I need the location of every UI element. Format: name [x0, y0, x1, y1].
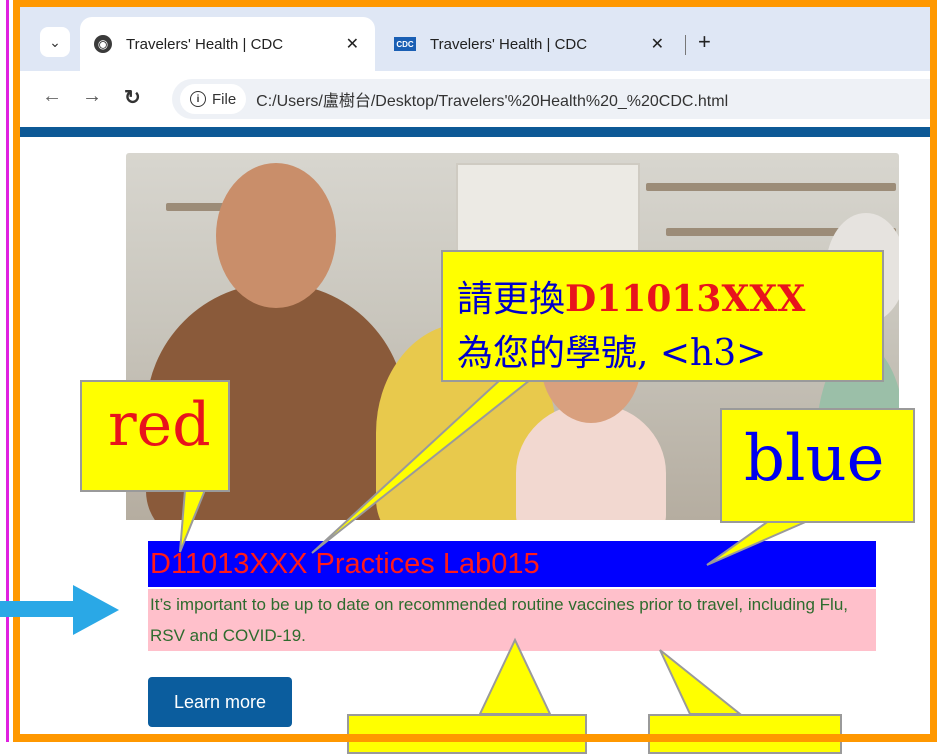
red-callout-tail: [179, 489, 207, 553]
note-callout: 請更換D11013XXX 為您的學號, <h3>: [441, 250, 884, 382]
red-label-callout: red: [80, 380, 230, 492]
highlight-frame-bottom: [13, 734, 937, 742]
note-student-id-placeholder: D11013XXX: [565, 278, 806, 320]
blue-label: blue: [744, 422, 885, 496]
note-callout-tail: [311, 379, 533, 554]
note-line-2: 為您的學號, <h3>: [457, 333, 767, 374]
blue-label-callout: blue: [720, 408, 915, 523]
note-line-1: 請更換D11013XXX: [457, 270, 805, 322]
red-label: red: [108, 390, 211, 460]
pointer-arrow-shaft: [0, 601, 75, 617]
pointer-arrow-icon: [73, 585, 119, 635]
bottom-callout-tail: [659, 649, 743, 715]
bottom-callout-tail: [478, 637, 552, 715]
note-line-1-prefix: 請更換: [457, 279, 566, 320]
blue-callout-tail: [706, 519, 811, 566]
